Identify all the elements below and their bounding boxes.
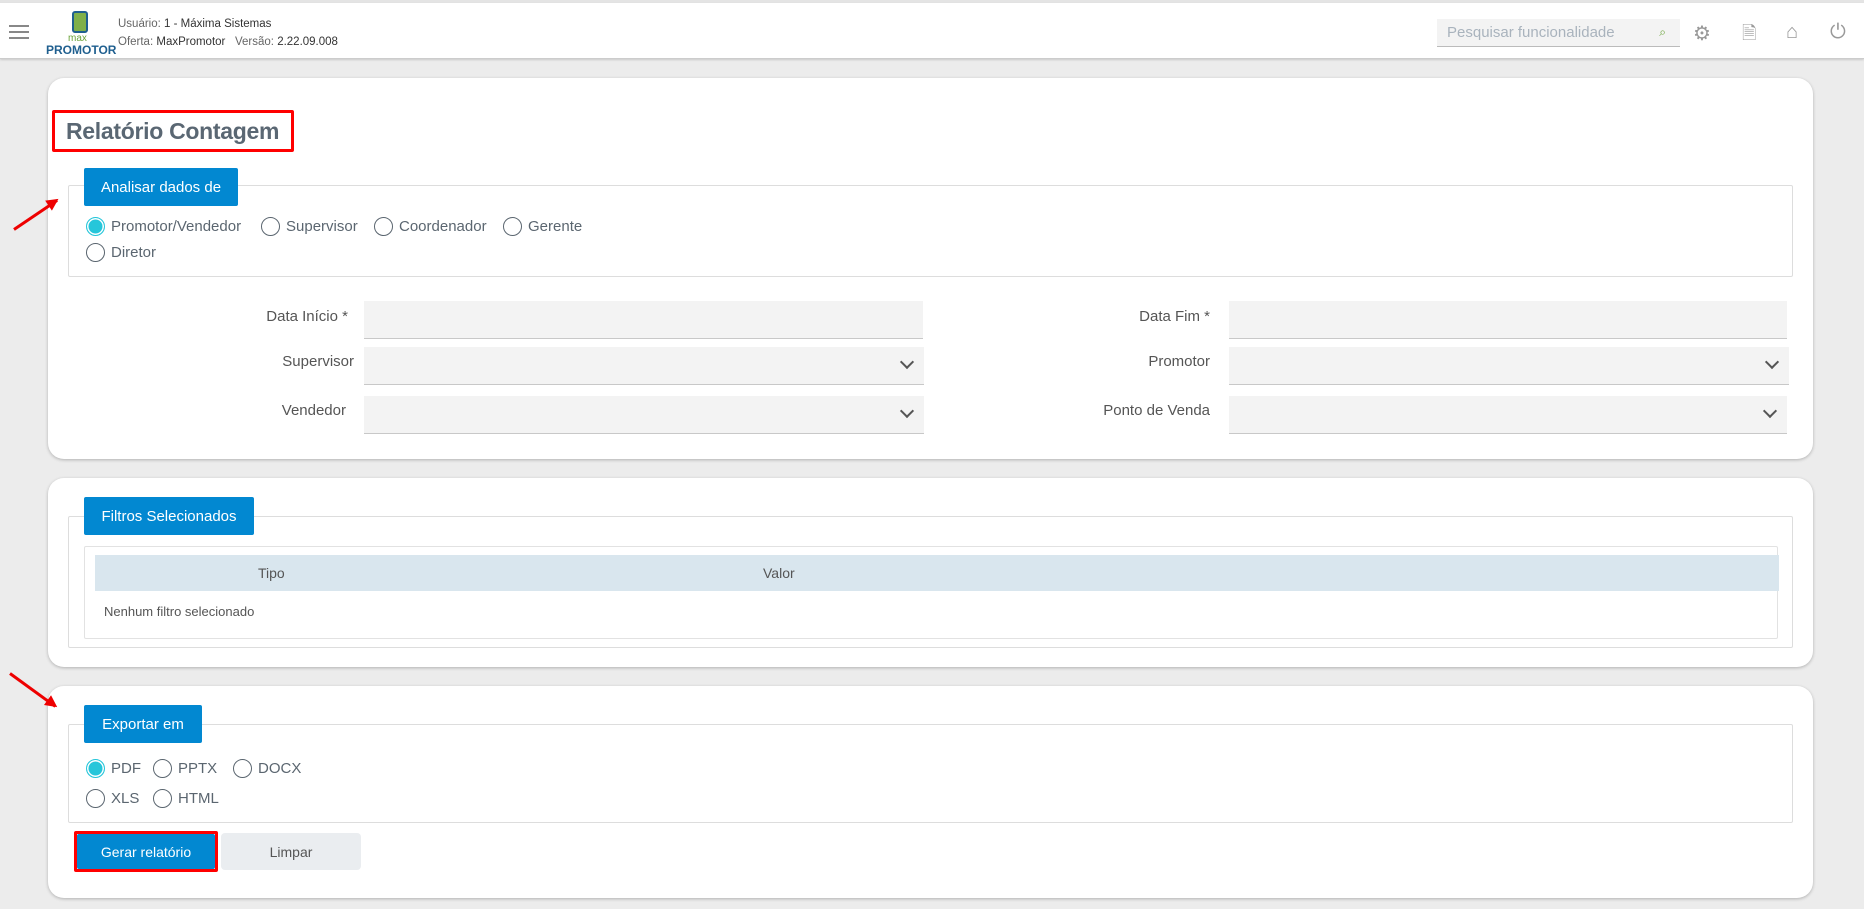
radio-icon [153, 759, 172, 778]
supervisor-select[interactable] [364, 347, 924, 385]
exportar-legend: Exportar em [84, 705, 202, 743]
version-label: Versão: [234, 36, 274, 48]
radio-checked-icon [86, 759, 105, 778]
radio-label: DOCX [258, 760, 302, 777]
chevron-down-icon [899, 354, 915, 370]
radio-icon [374, 217, 393, 236]
filtros-table-header: Tipo Valor [95, 555, 1779, 591]
column-tipo: Tipo [258, 565, 285, 581]
vendedor-select[interactable] [364, 396, 924, 434]
radio-html[interactable]: HTML [153, 789, 219, 808]
radio-supervisor[interactable]: Supervisor [261, 217, 358, 236]
radio-diretor[interactable]: Diretor [86, 243, 156, 262]
radio-xls[interactable]: XLS [86, 789, 139, 808]
radio-docx[interactable]: DOCX [233, 759, 301, 778]
vendedor-label: Vendedor [281, 402, 346, 419]
radio-label: Gerente [528, 218, 583, 235]
user-value: 1 - Máxima Sistemas [164, 18, 272, 30]
data-fim-input[interactable] [1229, 301, 1787, 339]
clear-button[interactable]: Limpar [221, 833, 361, 870]
radio-pptx[interactable]: PPTX [153, 759, 217, 778]
ponto-venda-label: Ponto de Venda [1103, 402, 1210, 419]
logo-text-big: PROMOTOR [46, 43, 117, 57]
search-icon[interactable]: ⌕ [1659, 25, 1666, 40]
offer-value: MaxPromotor [156, 36, 226, 48]
data-inicio-input[interactable] [364, 301, 923, 339]
radio-gerente[interactable]: Gerente [503, 217, 582, 236]
filtros-legend: Filtros Selecionados [84, 497, 254, 535]
radio-label: Coordenador [399, 218, 487, 235]
radio-checked-icon [86, 217, 105, 236]
radio-label: Diretor [111, 244, 157, 261]
radio-icon [261, 217, 280, 236]
radio-promotor-vendedor[interactable]: Promotor/Vendedor [86, 217, 241, 236]
power-icon[interactable]: ⏻ [1830, 21, 1846, 44]
chevron-down-icon [1762, 403, 1778, 419]
annotation-box-title [52, 110, 294, 152]
user-label: Usuário: [118, 18, 161, 30]
offer-label: Oferta: [118, 36, 154, 48]
app-header: max PROMOTOR Usuário: 1 - Máxima Sistema… [0, 3, 1864, 59]
data-inicio-label: Data Início * [148, 308, 348, 325]
radio-label: PPTX [178, 760, 218, 777]
promotor-select[interactable] [1229, 347, 1789, 385]
annotation-arrow [9, 672, 57, 708]
radio-label: XLS [111, 790, 140, 807]
home-icon[interactable]: ⌂ [1786, 21, 1798, 44]
exportar-fieldset [68, 724, 1793, 823]
promotor-label: Promotor [1148, 353, 1210, 370]
analisar-legend: Analisar dados de [84, 168, 238, 206]
document-icon[interactable]: 🗎 [1742, 21, 1756, 51]
settings-icon[interactable]: ⚙ [1693, 21, 1711, 46]
search-placeholder: Pesquisar funcionalidade [1447, 24, 1615, 41]
radio-pdf[interactable]: PDF [86, 759, 141, 778]
supervisor-label: Supervisor [282, 353, 354, 370]
chevron-down-icon [899, 403, 915, 419]
radio-label: Supervisor [286, 218, 358, 235]
radio-label: Promotor/Vendedor [111, 218, 242, 235]
radio-label: PDF [111, 760, 141, 777]
radio-icon [86, 789, 105, 808]
required-mark: * [342, 308, 348, 325]
empty-message: Nenhum filtro selecionado [104, 604, 255, 619]
label-text: Data Fim [1139, 308, 1200, 325]
generate-report-button[interactable]: Gerar relatório [77, 834, 215, 869]
data-fim-label: Data Fim * [1010, 308, 1210, 325]
chevron-down-icon [1764, 354, 1780, 370]
label-text: Data Início [266, 308, 338, 325]
radio-icon [86, 243, 105, 262]
required-mark: * [1204, 308, 1210, 325]
ponto-venda-select[interactable] [1229, 396, 1787, 434]
menu-icon[interactable] [9, 25, 29, 39]
logo-phone-icon [72, 11, 88, 33]
app-logo: max PROMOTOR [44, 9, 116, 57]
search-input[interactable]: Pesquisar funcionalidade ⌕ [1437, 19, 1680, 47]
version-value: 2.22.09.008 [277, 36, 338, 48]
column-valor: Valor [763, 565, 795, 581]
radio-icon [153, 789, 172, 808]
radio-label: HTML [178, 790, 219, 807]
radio-coordenador[interactable]: Coordenador [374, 217, 487, 236]
radio-icon [503, 217, 522, 236]
user-info: Usuário: 1 - Máxima Sistemas Oferta: Max… [118, 15, 338, 51]
radio-icon [233, 759, 252, 778]
